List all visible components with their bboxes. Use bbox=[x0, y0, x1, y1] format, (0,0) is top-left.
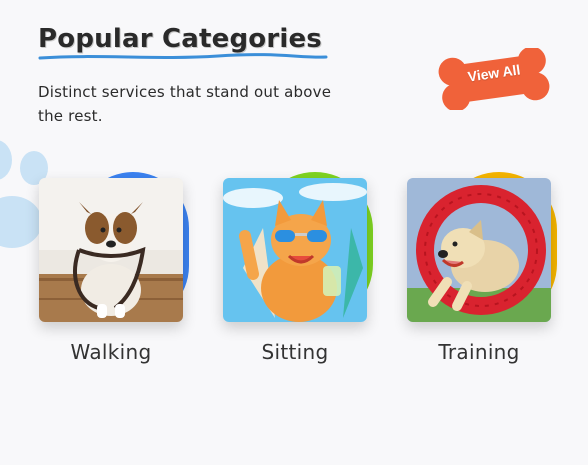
cat-in-sunglasses-photo[interactable] bbox=[223, 178, 367, 322]
category-label-sitting: Sitting bbox=[261, 340, 329, 364]
category-label-training: Training bbox=[438, 340, 520, 364]
dog-with-leash-photo[interactable] bbox=[39, 178, 183, 322]
dog-jumping-through-hoop-photo[interactable] bbox=[407, 178, 551, 322]
view-all-button[interactable]: View All bbox=[438, 48, 550, 110]
section-subtitle: Distinct services that stand out above t… bbox=[38, 83, 332, 125]
page-title: Popular Categories bbox=[38, 24, 322, 54]
title-underline bbox=[38, 53, 328, 60]
section-header: Popular Categories Distinct services tha… bbox=[38, 24, 331, 125]
category-label-walking: Walking bbox=[70, 340, 152, 364]
